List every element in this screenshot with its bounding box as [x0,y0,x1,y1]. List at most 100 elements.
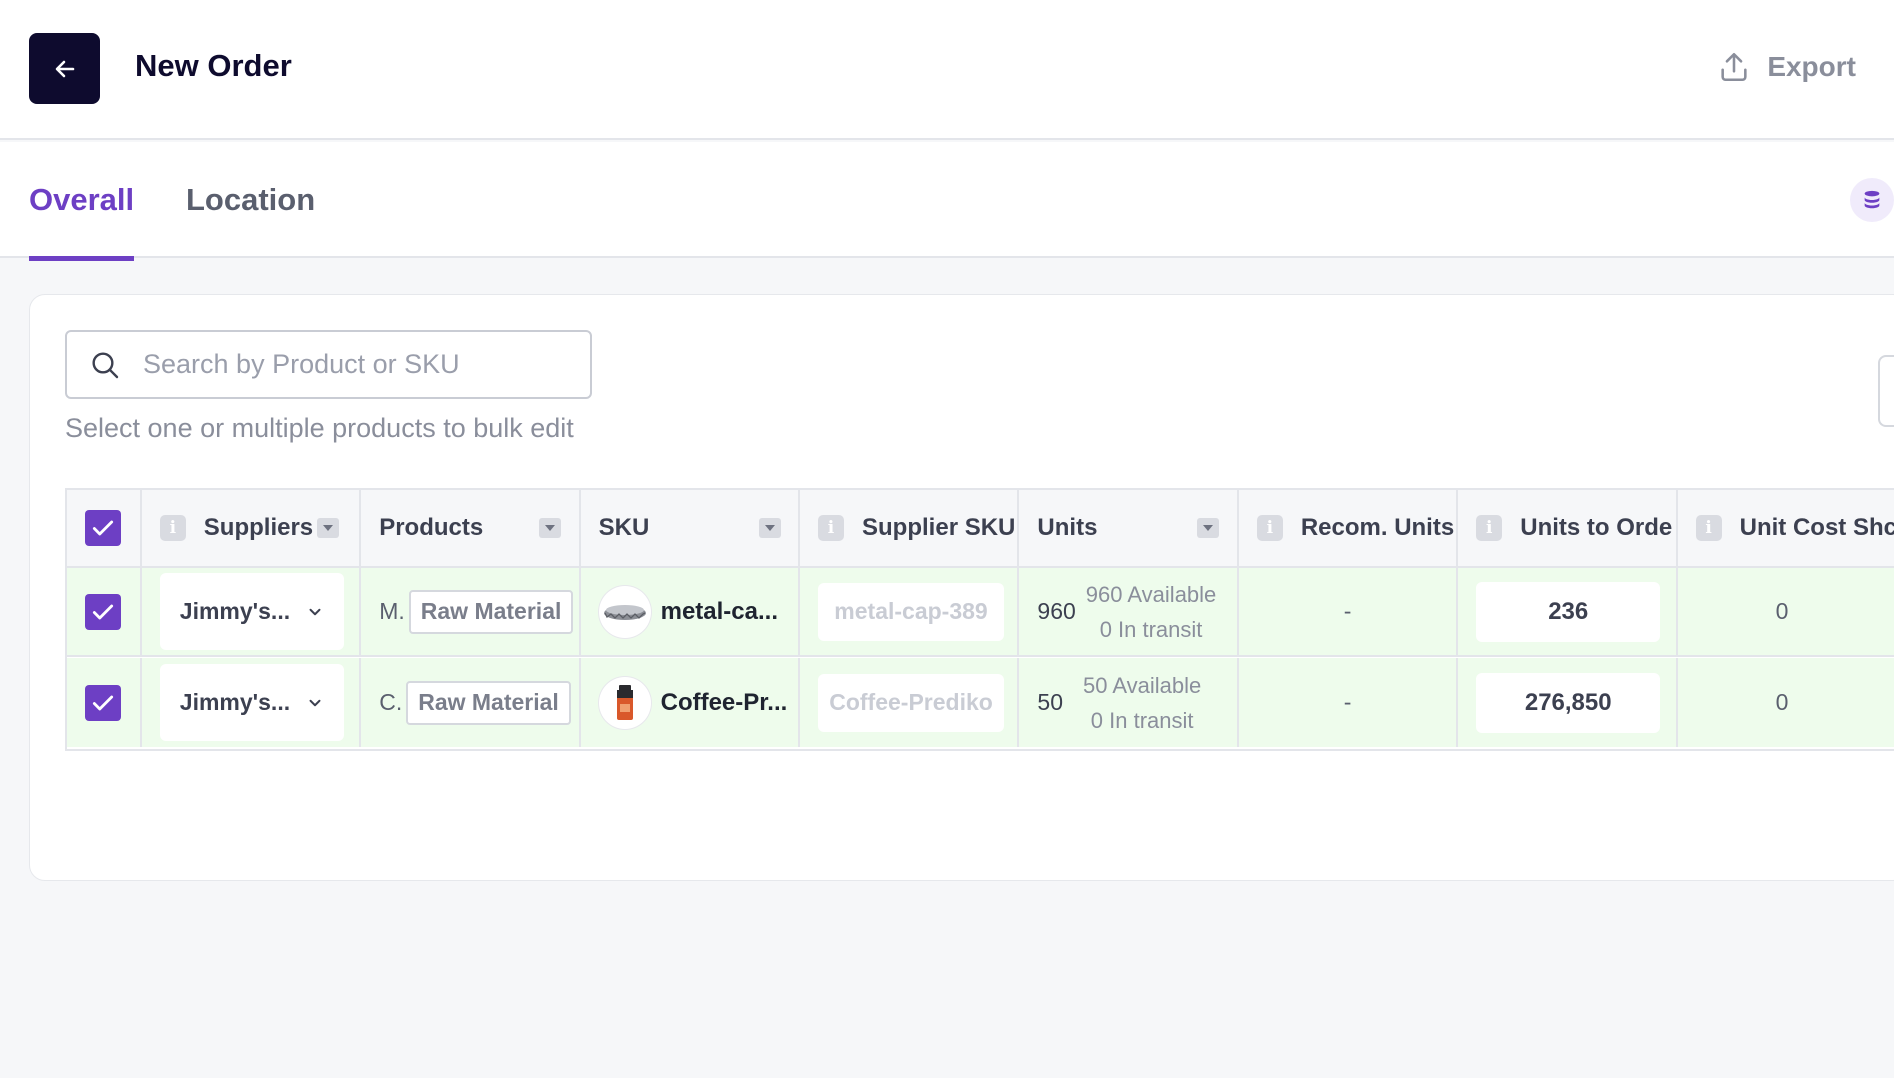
sku-cell: metal-ca... [581,568,801,655]
recom-units-cell: - [1239,658,1459,747]
toolbar-button[interactable] [1878,355,1894,427]
product-type-tag[interactable]: Raw Material [408,589,574,634]
column-products[interactable]: Products [361,490,581,566]
back-button[interactable] [29,33,100,104]
units-to-order-cell: 276,850 [1458,658,1678,747]
units-value: 50 [1037,689,1064,715]
database-icon [1864,190,1880,209]
info-icon[interactable]: i [1256,515,1283,541]
column-label: Unit Cost Shc [1739,514,1894,541]
supplier-sku-cell: metal-cap-389 [800,568,1020,655]
column-label: Products [379,514,484,541]
table-row[interactable]: Jimmy's... C. Raw Material Coffee-Pr... … [67,658,1894,747]
available-units: 50 Available [1083,672,1202,698]
column-label: SKU [598,514,650,541]
select-all-checkbox[interactable] [85,510,122,546]
sku-value: metal-ca... [660,597,778,625]
column-label: Recom. Units [1300,514,1455,541]
sort-dropdown-icon[interactable] [1197,518,1220,538]
sort-dropdown-icon[interactable] [758,518,781,538]
column-recom-units[interactable]: i Recom. Units [1239,490,1459,566]
column-label: Units [1037,514,1098,541]
page-header: New Order Export [0,0,1894,140]
product-thumbnail [598,676,651,729]
product-cell: M. Raw Material [361,568,581,655]
product-name: C. [379,689,403,715]
column-label: Suppliers [203,514,314,541]
units-availability: 960 Available 0 In transit [1086,577,1217,647]
sku-cell: Coffee-Pr... [581,658,801,747]
search-input[interactable] [143,349,563,380]
column-unit-cost[interactable]: i Unit Cost Shc [1678,490,1894,566]
info-icon[interactable]: i [818,515,845,541]
arrow-left-icon [55,60,74,77]
units-availability: 50 Available 0 In transit [1083,668,1201,738]
column-supplier-sku[interactable]: i Supplier SKU [800,490,1020,566]
checkmark-icon [93,695,114,710]
info-icon[interactable]: i [1695,515,1722,541]
units-value: 960 [1037,598,1076,624]
info-icon[interactable]: i [159,515,186,541]
column-sku[interactable]: SKU [581,490,801,566]
supplier-value: Jimmy's... [179,598,291,624]
supplier-sku-input[interactable]: Coffee-Prediko [818,673,1005,732]
product-thumbnail [598,585,651,638]
search-icon [92,351,119,378]
product-type-tag[interactable]: Raw Material [406,680,571,725]
unit-cost-cell: 0 [1678,658,1894,747]
column-units-to-order[interactable]: i Units to Orde [1458,490,1678,566]
data-source-button[interactable] [1850,178,1894,222]
chevron-down-icon [309,699,321,706]
unit-cost-value[interactable]: 0 [1776,689,1789,716]
available-units: 960 Available [1085,581,1217,607]
search-box[interactable] [65,330,592,399]
sort-dropdown-icon[interactable] [317,518,340,538]
supplier-cell: Jimmy's... [142,568,362,655]
table-header: i Suppliers Products SKU i Supplier SKU … [67,490,1894,568]
units-to-order-cell: 236 [1458,568,1678,655]
tab-location[interactable]: Location [186,182,315,256]
metal-cap-image-icon [603,604,646,620]
coffee-bag-image-icon [616,684,633,720]
supplier-dropdown[interactable]: Jimmy's... [159,573,344,650]
header-check-cell [67,490,142,566]
checkmark-icon [93,604,114,619]
checkmark-icon [93,520,114,536]
tab-bar: Overall Location [0,142,1894,261]
in-transit-units: 0 In transit [1099,616,1203,642]
recom-units-value: - [1343,598,1352,624]
bulk-edit-hint: Select one or multiple products to bulk … [65,413,574,443]
export-label: Export [1767,51,1856,82]
chevron-down-icon [309,608,321,615]
product-name: M. [379,598,405,624]
table-row[interactable]: Jimmy's... M. Raw Material metal-ca... m… [67,568,1894,657]
row-checkbox[interactable] [85,593,122,630]
units-cell: 960 960 Available 0 In transit [1019,568,1239,655]
upload-icon [1721,52,1747,82]
page-title: New Order [135,48,292,83]
products-table: i Suppliers Products SKU i Supplier SKU … [65,488,1894,751]
info-icon[interactable]: i [1476,515,1503,541]
export-button[interactable]: Export [1717,50,1856,84]
row-check-cell [67,568,142,655]
unit-cost-value[interactable]: 0 [1776,598,1789,625]
row-checkbox[interactable] [85,684,122,721]
supplier-cell: Jimmy's... [142,658,362,747]
supplier-dropdown[interactable]: Jimmy's... [159,664,344,741]
column-label: Supplier SKU [862,514,1016,541]
recom-units-value: - [1343,689,1352,715]
column-units[interactable]: Units [1019,490,1239,566]
unit-cost-cell: 0 [1678,568,1894,655]
sort-dropdown-icon[interactable] [539,518,562,538]
units-to-order-input[interactable]: 236 [1476,581,1661,642]
sku-value: Coffee-Pr... [660,688,788,716]
in-transit-units: 0 In transit [1090,707,1194,733]
units-to-order-input[interactable]: 276,850 [1476,672,1661,733]
column-label: Units to Orde [1520,514,1673,541]
column-suppliers[interactable]: i Suppliers [142,490,362,566]
tab-overall[interactable]: Overall [29,182,135,261]
supplier-sku-cell: Coffee-Prediko [800,658,1020,747]
supplier-sku-input[interactable]: metal-cap-389 [818,582,1005,641]
row-check-cell [67,658,142,747]
supplier-value: Jimmy's... [179,689,291,715]
